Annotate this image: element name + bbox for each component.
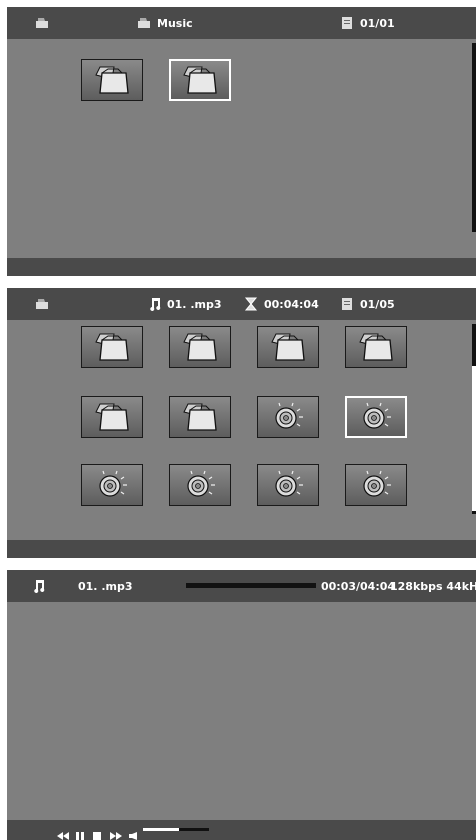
audio-file-tile[interactable] xyxy=(169,464,231,506)
audio-file-tile[interactable] xyxy=(257,464,319,506)
speaker-icon xyxy=(275,402,303,429)
folder-icon xyxy=(271,333,305,361)
audio-file-tile[interactable] xyxy=(257,396,319,438)
folder-tile[interactable] xyxy=(81,59,143,101)
folder-icon xyxy=(183,333,217,361)
folder-tile[interactable] xyxy=(81,396,143,438)
folder-icon xyxy=(95,333,129,361)
speaker-icon xyxy=(187,470,215,497)
progress-bar[interactable] xyxy=(186,583,316,588)
folder-icon xyxy=(183,66,217,94)
folder-icon xyxy=(359,333,393,361)
folder-nav-icon[interactable] xyxy=(35,288,49,320)
player-bitrate: 128kbps 44kHZ xyxy=(390,579,476,593)
fast-forward-icon[interactable] xyxy=(110,825,122,840)
scrollbar[interactable] xyxy=(472,43,476,232)
audio-file-tile[interactable] xyxy=(81,464,143,506)
volume-fill xyxy=(143,828,180,831)
music-browser-panel: Music 01/01 xyxy=(7,7,476,276)
music-player-panel: 01. .mp3 00:03/04:04 128kbps 44kHZ xyxy=(7,570,476,840)
folder-icon xyxy=(183,403,217,431)
speaker-icon xyxy=(363,402,391,429)
audio-file-tile[interactable] xyxy=(345,396,407,438)
folder-tile-selected[interactable] xyxy=(169,59,231,101)
footer-bar xyxy=(7,540,476,558)
music-title: Music xyxy=(137,7,193,39)
rewind-icon[interactable] xyxy=(57,825,69,840)
folder-nav-icon[interactable] xyxy=(35,7,49,39)
page-counter: 01/05 xyxy=(340,288,395,320)
folder-tile[interactable] xyxy=(257,326,319,368)
scrollbar-thumb[interactable] xyxy=(472,366,476,511)
speaker-icon xyxy=(275,470,303,497)
folder-tile[interactable] xyxy=(169,326,231,368)
music-note-icon xyxy=(150,298,161,311)
page-counter: 01/01 xyxy=(340,7,395,39)
player-header: 01. .mp3 00:03/04:04 128kbps 44kHZ xyxy=(7,570,476,602)
pause-icon[interactable] xyxy=(76,825,84,840)
music-grid-panel: 01. .mp3 00:04:04 01/05 xyxy=(7,288,476,558)
page-counter-label: 01/05 xyxy=(360,297,395,311)
volume-icon xyxy=(129,825,141,840)
player-controls-bar xyxy=(7,820,476,840)
player-filename: 01. .mp3 xyxy=(78,579,133,593)
folder-icon xyxy=(138,18,150,28)
speaker-icon xyxy=(363,470,391,497)
folder-icon xyxy=(95,403,129,431)
folder-icon xyxy=(95,66,129,94)
current-file-label: 01. .mp3 xyxy=(167,297,222,311)
volume-slider[interactable] xyxy=(143,828,209,831)
folder-tile[interactable] xyxy=(169,396,231,438)
page-icon xyxy=(342,17,352,29)
duration-label: 00:04:04 xyxy=(264,297,319,311)
speaker-icon xyxy=(99,470,127,497)
music-grid-header: 01. .mp3 00:04:04 01/05 xyxy=(7,288,476,320)
music-title-label: Music xyxy=(157,16,193,30)
current-file: 01. .mp3 xyxy=(147,288,221,320)
stop-icon[interactable] xyxy=(93,825,101,840)
page-icon xyxy=(342,298,352,310)
music-note-icon xyxy=(31,570,45,602)
footer-bar xyxy=(7,258,476,276)
audio-file-tile[interactable] xyxy=(345,464,407,506)
player-time: 00:03/04:04 xyxy=(321,579,396,593)
page-counter-label: 01/01 xyxy=(360,16,395,30)
folder-tile[interactable] xyxy=(345,326,407,368)
hourglass-icon xyxy=(244,297,258,311)
folder-tile[interactable] xyxy=(81,326,143,368)
music-browser-header: Music 01/01 xyxy=(7,7,476,39)
duration: 00:04:04 xyxy=(244,288,319,320)
